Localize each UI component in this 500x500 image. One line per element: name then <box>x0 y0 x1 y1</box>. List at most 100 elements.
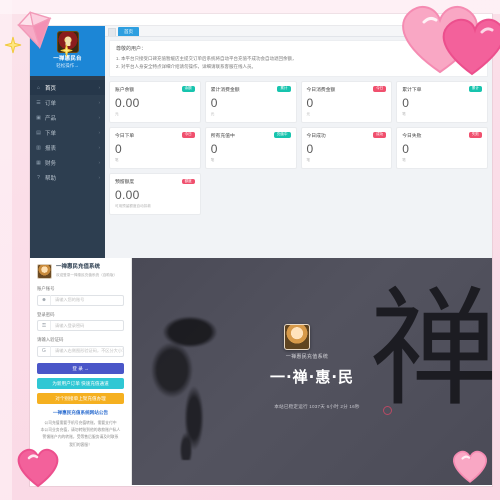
app-window: 一禅惠民台 轻松操作→ ⌂ 首页 › ☰ 订单 › ▣ 产品 › ▤ 下单 › … <box>30 14 492 486</box>
sidebar-item-home[interactable]: ⌂ 首页 › <box>30 80 105 95</box>
circle-decoration-icon <box>383 406 392 415</box>
card-value: 0 <box>210 95 218 110</box>
card-header: 累计下单 累计 <box>402 86 482 93</box>
sidebar-item-label: 下单 <box>45 130 57 137</box>
login-panel: 一禅惠民充值系统 欢迎登录一禅惠民充值系统（自助版） 账户账号 ☻ 请输入您的账… <box>30 258 132 485</box>
captcha-label: 请输入验证码 <box>37 337 64 342</box>
chevron-right-icon: › <box>98 145 101 150</box>
chevron-right-icon: › <box>98 130 101 135</box>
sidebar-item-orders[interactable]: ☰ 订单 › <box>30 95 105 110</box>
stat-card-balance: 账户余额 余额 0.00 元 <box>109 80 201 123</box>
notice-line-1: 1. 本平台只接受口碑充值暂缓店主提交订单后系统将自动平台充值不成功会自动退回余… <box>116 55 297 61</box>
brand-logo-icon <box>56 31 79 53</box>
cart-icon: ▤ <box>36 129 41 136</box>
tab-bar: 首页 <box>105 26 492 37</box>
notice-title: 尊敬的用户： <box>116 46 147 52</box>
sidebar: 一禅惠民台 轻松操作→ ⌂ 首页 › ☰ 订单 › ▣ 产品 › ▤ 下单 › … <box>30 26 105 258</box>
card-title: 预留额度 <box>115 179 135 185</box>
card-header: 预留额度 额度 <box>115 178 195 185</box>
login-title: 一禅惠民充值系统 <box>56 264 101 271</box>
announcement-line-2: 本公司业务充值，请勿转账到他的收款账户私人 <box>40 427 121 432</box>
status-badge: 今日 <box>373 86 387 92</box>
status-badge: 今日 <box>181 132 195 139</box>
sidebar-item-reports[interactable]: ▥ 报表 › <box>30 140 105 155</box>
card-title: 今日下单 <box>115 133 135 139</box>
card-value: 0.00 <box>115 187 140 202</box>
card-title: 今日消费金额 <box>306 87 336 93</box>
password-input[interactable]: 请输入登录密码 <box>51 323 123 329</box>
card-unit: 可用预留额度自动扣款 <box>115 204 151 209</box>
account-label: 账户账号 <box>37 286 55 291</box>
card-header: 今日成功 成功 <box>307 132 387 139</box>
card-unit: 元 <box>210 111 215 116</box>
card-unit: 笔 <box>115 157 119 162</box>
sidebar-item-label: 帮助 <box>45 175 57 182</box>
sidebar-item-help[interactable]: ? 帮助 › <box>30 170 105 185</box>
captcha-input[interactable]: 请输入右侧图形验证码，不区分大小写 <box>51 348 123 354</box>
stat-card-grid: 账户余额 余额 0.00 元 累计消费金额 累计 0 元 今日消费金额 今日 0… <box>105 77 492 216</box>
chart-icon: ▥ <box>36 144 41 151</box>
account-input[interactable]: 请输入您的账号 <box>51 297 123 303</box>
stat-card-in-progress: 所有充值中 充值中 0 笔 <box>204 126 297 169</box>
card-unit: 元 <box>306 111 311 116</box>
promo-system-name: 一禅惠民充值系统 <box>285 354 329 360</box>
sidebar-brand[interactable]: 一禅惠民台 轻松操作→ <box>30 26 105 76</box>
chevron-right-icon: › <box>98 175 101 180</box>
login-subtitle: 欢迎登录一禅惠民充值系统（自助版） <box>56 273 118 278</box>
sidebar-item-finance[interactable]: ▦ 财务 › <box>30 155 105 170</box>
card-unit: 笔 <box>402 111 406 116</box>
login-button[interactable]: 登 录 → <box>37 362 124 374</box>
account-field[interactable]: ☻ 请输入您的账号 <box>37 294 124 306</box>
tab-home[interactable]: 首页 <box>118 27 139 36</box>
chevron-right-icon: › <box>98 115 101 120</box>
captcha-icon[interactable]: G <box>38 346 51 356</box>
home-icon: ⌂ <box>36 84 41 91</box>
card-value: 0 <box>402 141 410 156</box>
card-title: 累计消费金额 <box>210 87 240 93</box>
password-field[interactable]: ⚿ 请输入登录密码 <box>37 320 124 331</box>
captcha-field[interactable]: G 请输入右侧图形验证码，不区分大小写 <box>37 345 124 357</box>
tab-menu-icon[interactable] <box>108 28 116 36</box>
card-value: 0 <box>306 141 314 156</box>
card-title: 累计下单 <box>402 87 422 93</box>
card-value: 0.00 <box>115 95 140 110</box>
chevron-right-icon: › <box>98 160 101 165</box>
promo-avatar <box>284 324 310 350</box>
card-header: 今日消费金额 今日 <box>307 86 387 93</box>
sidebar-item-label: 财务 <box>45 160 57 167</box>
quick-recharge-button[interactable]: 为新用户订单 快速充值通道 <box>37 377 124 389</box>
password-label: 登录密码 <box>37 311 55 317</box>
status-badge: 充值中 <box>273 132 291 139</box>
card-unit: 元 <box>115 111 119 116</box>
brand-subtitle: 轻松操作→ <box>56 63 79 69</box>
notice-line-2: 2. 对平台人身安全特点详细介绍请勿操作，详细请联系客服在线人员。 <box>116 64 257 70</box>
login-header: 一禅惠民充值系统 欢迎登录一禅惠民充值系统（自助版） <box>37 264 124 279</box>
brand-name: 一禅惠民台 <box>53 56 82 62</box>
stat-card-today-spend: 今日消费金额 今日 0 元 <box>300 80 393 123</box>
status-badge: 成功 <box>373 132 387 139</box>
lock-icon: ⚿ <box>38 320 51 331</box>
ink-wash-decoration <box>142 310 237 460</box>
sidebar-item-products[interactable]: ▣ 产品 › <box>30 110 105 125</box>
card-title: 今日成功 <box>306 133 326 139</box>
chevron-right-icon: › <box>98 85 101 90</box>
stat-card-total-spend: 累计消费金额 累计 0 元 <box>204 80 297 123</box>
card-title: 账户余额 <box>115 87 135 93</box>
order-query-button[interactable]: 对个别接单上架充值办理 <box>37 392 124 404</box>
card-value: 0 <box>306 95 314 110</box>
stat-card-reserved-credit: 预留额度 额度 0.00 可用预留额度自动扣款 <box>109 172 201 216</box>
browser-top-strip <box>30 14 492 26</box>
dashboard-main: 首页 尊敬的用户： 1. 本平台只接受口碑充值暂缓店主提交订单后系统将自动平台充… <box>105 26 492 258</box>
announcement-line-4: 我们的客服！ <box>69 442 92 447</box>
promo-brand-title: 一·禅·惠·民 <box>269 368 355 386</box>
stat-card-today-orders: 今日下单 今日 0 笔 <box>109 126 201 169</box>
card-header: 账户余额 余额 <box>115 86 195 93</box>
card-title: 所有充值中 <box>210 133 235 139</box>
announcement-line-1: 公司充值需要手机号充值转账，需要支付中 <box>44 420 117 425</box>
card-unit: 笔 <box>402 157 406 162</box>
card-value: 0 <box>115 141 122 156</box>
sidebar-item-place-order[interactable]: ▤ 下单 › <box>30 125 105 140</box>
dashboard-region: 一禅惠民台 轻松操作→ ⌂ 首页 › ☰ 订单 › ▣ 产品 › ▤ 下单 › … <box>30 26 492 258</box>
sidebar-item-label: 产品 <box>45 115 57 122</box>
stat-card-today-failed: 今日失败 失败 0 笔 <box>396 126 488 169</box>
